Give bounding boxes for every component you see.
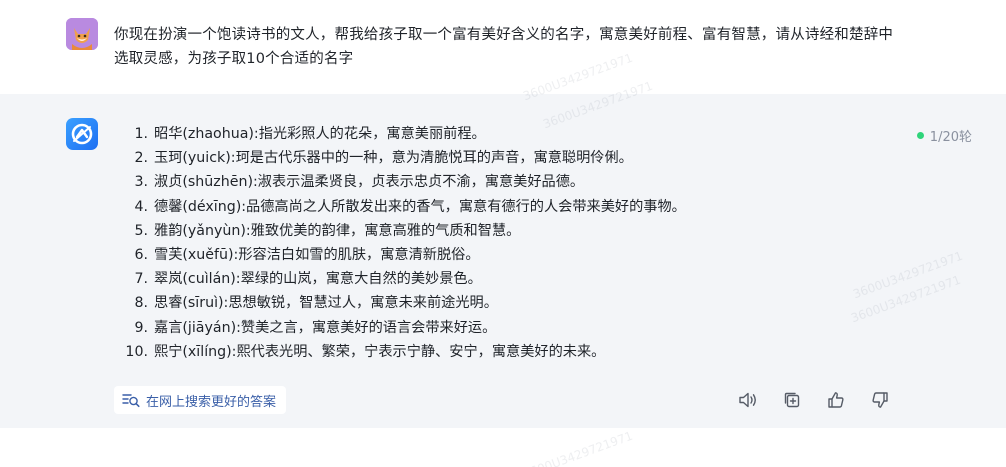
list-item-number: 8. — [134, 295, 148, 312]
speaker-icon — [739, 392, 756, 408]
message-actions — [736, 388, 892, 412]
list-item: 1. 昭华(zhaohua):指光彩照人的花朵，寓意美丽前程。 — [124, 122, 884, 146]
list-item-text: 雅韵(yǎnyùn):雅致优美的韵律，寓意高雅的气质和智慧。 — [154, 222, 521, 239]
fox-avatar-icon — [66, 18, 98, 50]
list-item: 6. 雪芙(xuěfū):形容洁白如雪的肌肤，寓意清新脱俗。 — [124, 243, 884, 267]
search-list-icon — [122, 394, 140, 408]
list-item-text: 思睿(sīruì):思想敏锐，智慧过人，寓意未来前途光明。 — [154, 295, 498, 312]
status-dot — [916, 132, 924, 139]
like-button[interactable] — [824, 388, 848, 412]
user-avatar — [66, 18, 98, 50]
thumbs-up-icon — [828, 392, 844, 408]
list-item-text: 嘉言(jiāyán):赞美之言，寓意美好的语言会带来好运。 — [154, 319, 497, 336]
list-item-number: 7. — [134, 271, 148, 288]
list-item-number: 6. — [134, 247, 148, 264]
dislike-button[interactable] — [868, 388, 892, 412]
name-suggestion-list: 1. 昭华(zhaohua):指光彩照人的花朵，寓意美丽前程。 2. 玉珂(yu… — [124, 122, 884, 364]
list-item-text: 淑贞(shūzhēn):淑表示温柔贤良，贞表示忠贞不渝，寓意美好品德。 — [154, 174, 585, 191]
chat-page: 你现在扮演一个饱读诗书的文人，帮我给孩子取一个富有美好含义的名字，寓意美好前程、… — [0, 0, 1006, 467]
user-message-text: 你现在扮演一个饱读诗书的文人，帮我给孩子取一个富有美好含义的名字，寓意美好前程、… — [114, 27, 894, 67]
list-item: 5. 雅韵(yǎnyùn):雅致优美的韵律，寓意高雅的气质和智慧。 — [124, 219, 884, 243]
assistant-logo-icon — [71, 123, 93, 145]
web-search-button[interactable]: 在网上搜索更好的答案 — [114, 386, 287, 414]
list-item-number: 5. — [134, 222, 148, 239]
list-item: 10. 熙宁(xīlíng):熙代表光明、繁荣，宁表示宁静、安宁，寓意美好的未来… — [124, 340, 884, 364]
list-item-number: 2. — [134, 150, 148, 167]
thumbs-down-icon — [872, 392, 888, 408]
list-item-text: 玉珂(yuick):珂是古代乐器中的一种，意为清脆悦耳的声音，寓意聪明伶俐。 — [154, 150, 633, 167]
copy-button[interactable] — [780, 388, 804, 412]
round-counter: 1/20轮 — [916, 126, 972, 145]
list-item-number: 1. — [134, 126, 148, 142]
list-item-text: 昭华(zhaohua):指光彩照人的花朵，寓意美丽前程。 — [154, 126, 486, 142]
assistant-message-block: 1/20轮 1. 昭华(zhaohua):指光彩照人的花朵，寓意美丽前程。 2.… — [0, 94, 1006, 428]
list-item-text: 德馨(déxīng):品德高尚之人所散发出来的香气，寓意有德行的人会带来美好的事… — [154, 198, 686, 215]
round-counter-text: 1/20轮 — [929, 130, 972, 145]
list-item-text: 雪芙(xuěfū):形容洁白如雪的肌肤，寓意清新脱俗。 — [154, 247, 480, 264]
list-item: 9. 嘉言(jiāyán):赞美之言，寓意美好的语言会带来好运。 — [124, 316, 884, 340]
list-item-number: 4. — [134, 198, 148, 215]
list-item-text: 翠岚(cuìlán):翠绿的山岚，寓意大自然的美妙景色。 — [154, 271, 482, 288]
list-item: 7. 翠岚(cuìlán):翠绿的山岚，寓意大自然的美妙景色。 — [124, 267, 884, 291]
list-item: 2. 玉珂(yuick):珂是古代乐器中的一种，意为清脆悦耳的声音，寓意聪明伶俐… — [124, 146, 884, 170]
list-item-number: 10. — [125, 343, 148, 360]
list-item-number: 3. — [134, 174, 148, 191]
user-message-row: 你现在扮演一个饱读诗书的文人，帮我给孩子取一个富有美好含义的名字，寓意美好前程、… — [0, 0, 1006, 94]
copy-icon — [784, 392, 800, 408]
list-item-number: 9. — [134, 319, 148, 336]
list-item: 4. 德馨(déxīng):品德高尚之人所散发出来的香气，寓意有德行的人会带来美… — [124, 195, 884, 219]
list-item: 8. 思睿(sīruì):思想敏锐，智慧过人，寓意未来前途光明。 — [124, 291, 884, 315]
list-item: 3. 淑贞(shūzhēn):淑表示温柔贤良，贞表示忠贞不渝，寓意美好品德。 — [124, 170, 884, 194]
watermark: 3600U3429721971 — [521, 428, 635, 467]
web-search-label: 在网上搜索更好的答案 — [146, 394, 277, 410]
assistant-avatar — [66, 118, 98, 150]
read-aloud-button[interactable] — [736, 388, 760, 412]
list-item-text: 熙宁(xīlíng):熙代表光明、繁荣，宁表示宁静、安宁，寓意美好的未来。 — [154, 343, 606, 360]
